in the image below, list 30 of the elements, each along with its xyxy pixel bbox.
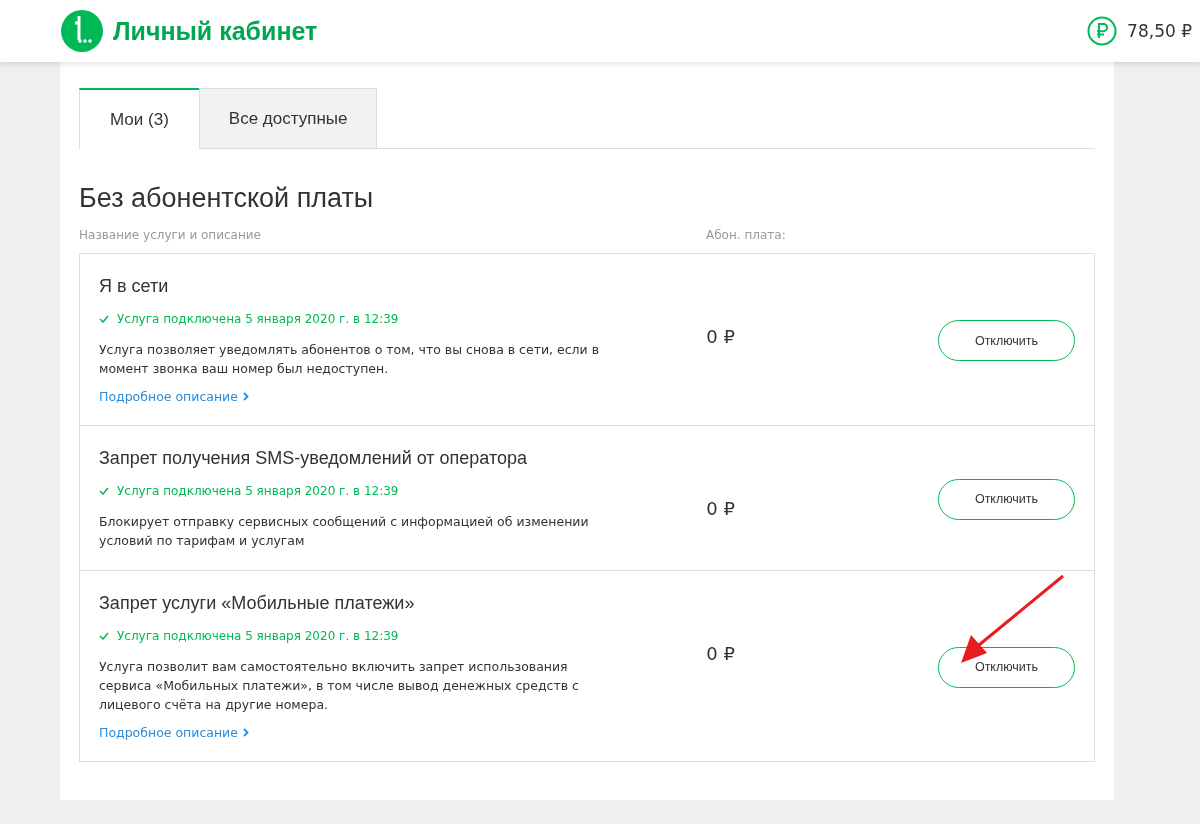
service-description: Услуга позволяет уведомлять абонентов о том, что вы снова в сети, если в момент звонка ваш номер был недоступен.: [99, 341, 601, 378]
section-title: Без абонентской платы: [79, 183, 375, 214]
service-name: Запрет получения SMS-уведомлений от оператора: [99, 448, 529, 469]
price-value: 0 ₽: [706, 497, 736, 521]
logo-icon: [61, 10, 103, 52]
service-description: Услуга позволит вам самостоятельно включить запрет использования сервиса «Мобильных платежи», в том числе вывод денежных средств с лицевого счёта на другие номера.: [99, 658, 580, 714]
balance-amount: 78,50 ₽: [1127, 21, 1192, 41]
service-name: Запрет услуги «Мобильные платежи»: [99, 593, 416, 614]
disable-button[interactable]: Отключить: [938, 478, 1075, 520]
check-icon: [99, 487, 109, 495]
chevron-icon: [242, 728, 249, 737]
service-status: Услуга подключена 5 января 2020 г. в 12:39: [117, 484, 399, 498]
price-value: 0 ₽: [706, 642, 736, 666]
disable-button[interactable]: Отключить: [938, 320, 1075, 361]
details-link[interactable]: Подробное описание: [99, 725, 238, 740]
tab[interactable]: Все доступные: [198, 88, 378, 148]
tab[interactable]: Мои (3): [79, 88, 199, 149]
disable-button[interactable]: Отключить: [938, 646, 1075, 688]
service-name: Я в сети: [99, 276, 170, 297]
service-status: Услуга подключена 5 января 2020 г. в 12:39: [117, 312, 399, 326]
check-icon: [99, 315, 109, 323]
column-header: Название услуги и описание: [79, 228, 262, 242]
service-description: Блокирует отправку сервисных сообщений с информацией об изменении условий по тарифам и услугам: [99, 513, 590, 550]
chevron-icon: [242, 392, 249, 401]
check-icon: [99, 632, 109, 640]
ruble-icon: [1087, 16, 1118, 46]
service-status: Услуга подключена 5 января 2020 г. в 12:39: [117, 629, 399, 643]
price-value: 0 ₽: [706, 325, 736, 349]
column-header: Абон. плата:: [706, 228, 786, 242]
details-link[interactable]: Подробное описание: [99, 389, 238, 404]
